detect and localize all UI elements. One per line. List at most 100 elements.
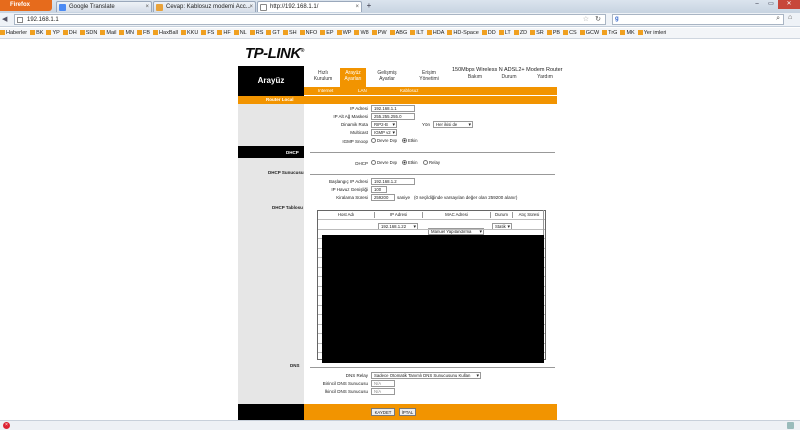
reload-icon[interactable]: ↻	[595, 15, 601, 25]
url-bar[interactable]: 192.168.1.1 ☆ ↻	[14, 14, 606, 25]
bookmark-label: SH	[289, 30, 297, 36]
menu-maintenance[interactable]: Bakım	[462, 74, 488, 80]
bookmark-icon	[620, 30, 626, 36]
menu-access-management[interactable]: Erişim Yönetimi	[414, 70, 444, 82]
cancel-button[interactable]: İPTAL	[399, 408, 416, 416]
bookmark-icon	[79, 30, 85, 36]
bookmark-label: DD	[487, 30, 496, 36]
menu-advanced-setup[interactable]: Gelişmiş Ayarlar	[372, 70, 402, 82]
bookmark-item[interactable]: TrG	[602, 28, 617, 38]
bookmark-item[interactable]: MK	[620, 28, 635, 38]
dns-relay-select[interactable]: Sadece Otomatik Tanımlı DNS Sunucusunu K…	[371, 372, 481, 379]
bookmark-item[interactable]: SR	[530, 28, 544, 38]
bookmark-item[interactable]: ABG	[389, 28, 407, 38]
bookmark-icon	[513, 30, 519, 36]
bookmark-item[interactable]: CS	[563, 28, 577, 38]
close-tab-icon[interactable]: ×	[355, 2, 359, 12]
bookmark-label: HDA	[432, 30, 445, 36]
bookmark-item[interactable]: KKU	[181, 28, 198, 38]
menu-interface-setup[interactable]: Arayüz Ayarları	[340, 68, 366, 87]
bookmark-item[interactable]: FB	[137, 28, 150, 38]
table-row	[318, 228, 545, 230]
bookmark-item[interactable]: HDA	[426, 28, 445, 38]
tab-google-translate[interactable]: Google Translate ×	[56, 1, 152, 12]
tab-router[interactable]: http://192.168.1.1/ ×	[257, 1, 362, 12]
footer-bar	[304, 404, 557, 420]
bookmark-item[interactable]: Mail	[100, 28, 117, 38]
bookmark-item[interactable]: NFO	[299, 28, 317, 38]
addon-icon[interactable]	[787, 422, 794, 429]
tab-forum[interactable]: Cevap: Kablosuz modemi Acc... ×	[153, 1, 256, 12]
radio-label: Etkin	[408, 160, 418, 165]
bookmark-item[interactable]: GT	[266, 28, 280, 38]
bookmark-item[interactable]: SDN	[79, 28, 97, 38]
pool-size-input[interactable]: 100	[371, 186, 387, 193]
bookmark-icon	[546, 30, 552, 36]
section-title: Arayüz	[238, 66, 304, 96]
bookmark-item[interactable]: FS	[201, 28, 214, 38]
bookmark-item[interactable]: HD-Space	[447, 28, 479, 38]
maximize-icon[interactable]: ▭	[764, 0, 778, 9]
bookmark-item[interactable]: ZD	[513, 28, 527, 38]
bookmark-item[interactable]: LT	[498, 28, 511, 38]
minimize-icon[interactable]: –	[750, 0, 764, 9]
dynamic-route-select[interactable]: RIP2-B	[371, 121, 397, 128]
ip-address-input[interactable]: 192.168.1.1	[371, 105, 415, 112]
dhcp-relay-radio[interactable]: Relay	[423, 160, 440, 166]
submenu-internet[interactable]: Internet	[318, 88, 333, 93]
bookmark-item[interactable]: Haberler	[0, 28, 27, 38]
menu-quick-setup[interactable]: Hızlı Kurulum	[310, 70, 336, 82]
bookmark-item[interactable]: PB	[546, 28, 560, 38]
search-input[interactable]: g ⌕	[612, 14, 784, 25]
save-button[interactable]: KAYDET	[371, 408, 395, 416]
bookmark-star-icon[interactable]: ☆	[583, 15, 589, 25]
menu-status[interactable]: Durum	[496, 74, 522, 80]
multicast-select[interactable]: IGMP v2	[371, 129, 397, 136]
dhcp-on-radio[interactable]: Etkin	[402, 160, 418, 166]
close-tab-icon[interactable]: ×	[145, 2, 149, 12]
close-tab-icon[interactable]: ×	[249, 2, 253, 12]
firefox-menu-button[interactable]: Firefox	[0, 0, 52, 11]
bookmark-icon	[602, 30, 608, 36]
close-window-icon[interactable]: ✕	[778, 0, 800, 9]
bookmark-item[interactable]: PW	[371, 28, 387, 38]
bookmark-item[interactable]: YP	[46, 28, 60, 38]
bookmark-item[interactable]: GCW	[579, 28, 599, 38]
bookmark-item[interactable]: SH	[283, 28, 297, 38]
submenu-lan[interactable]: LAN	[358, 88, 367, 93]
start-ip-input[interactable]: 192.168.1.2	[371, 178, 415, 185]
subnet-mask-input[interactable]: 255.255.255.0	[371, 113, 415, 120]
direction-select[interactable]: Her ikisi de	[433, 121, 473, 128]
bookmark-item[interactable]: NL	[233, 28, 247, 38]
igmp-off-radio[interactable]: Devre Dışı	[371, 138, 397, 144]
back-icon[interactable]: ◀	[2, 15, 12, 25]
new-tab-button[interactable]: +	[364, 1, 374, 11]
search-icon[interactable]: ⌕	[776, 15, 780, 23]
bookmark-item[interactable]: ILT	[410, 28, 424, 38]
bookmark-item[interactable]: BK	[30, 28, 43, 38]
primary-dns-input[interactable]: N/A	[371, 380, 395, 387]
bookmark-item[interactable]: MN	[119, 28, 134, 38]
bookmark-item[interactable]: RS	[249, 28, 263, 38]
bookmark-item[interactable]: DD	[481, 28, 496, 38]
bookmark-label: Mail	[106, 30, 117, 36]
stop-icon[interactable]: ×	[3, 422, 10, 429]
secondary-dns-input[interactable]: N/A	[371, 388, 395, 395]
menu-help[interactable]: Yardım	[532, 74, 558, 80]
divider	[310, 152, 555, 153]
url-text: 192.168.1.1	[27, 17, 59, 23]
bookmark-item[interactable]: HF	[217, 28, 231, 38]
bookmark-item[interactable]: WP	[336, 28, 351, 38]
igmp-on-radio[interactable]: Etkin	[402, 138, 418, 144]
brand-text: TP-LINK	[245, 45, 301, 62]
lease-time-input[interactable]: 259200	[371, 194, 395, 201]
bookmark-item[interactable]: EP	[320, 28, 334, 38]
submenu-wireless[interactable]: Kablosuz	[400, 88, 419, 93]
bookmark-item[interactable]: Yer imleri	[637, 28, 666, 38]
title-bar: Firefox Google Translate × Cevap: Kablos…	[0, 0, 800, 13]
bookmark-item[interactable]: HaxBall	[153, 28, 178, 38]
bookmark-item[interactable]: DH	[62, 28, 77, 38]
dhcp-off-radio[interactable]: Devre Dışı	[371, 160, 397, 166]
home-icon[interactable]: ⌂	[788, 14, 792, 21]
bookmark-item[interactable]: W8	[354, 28, 369, 38]
